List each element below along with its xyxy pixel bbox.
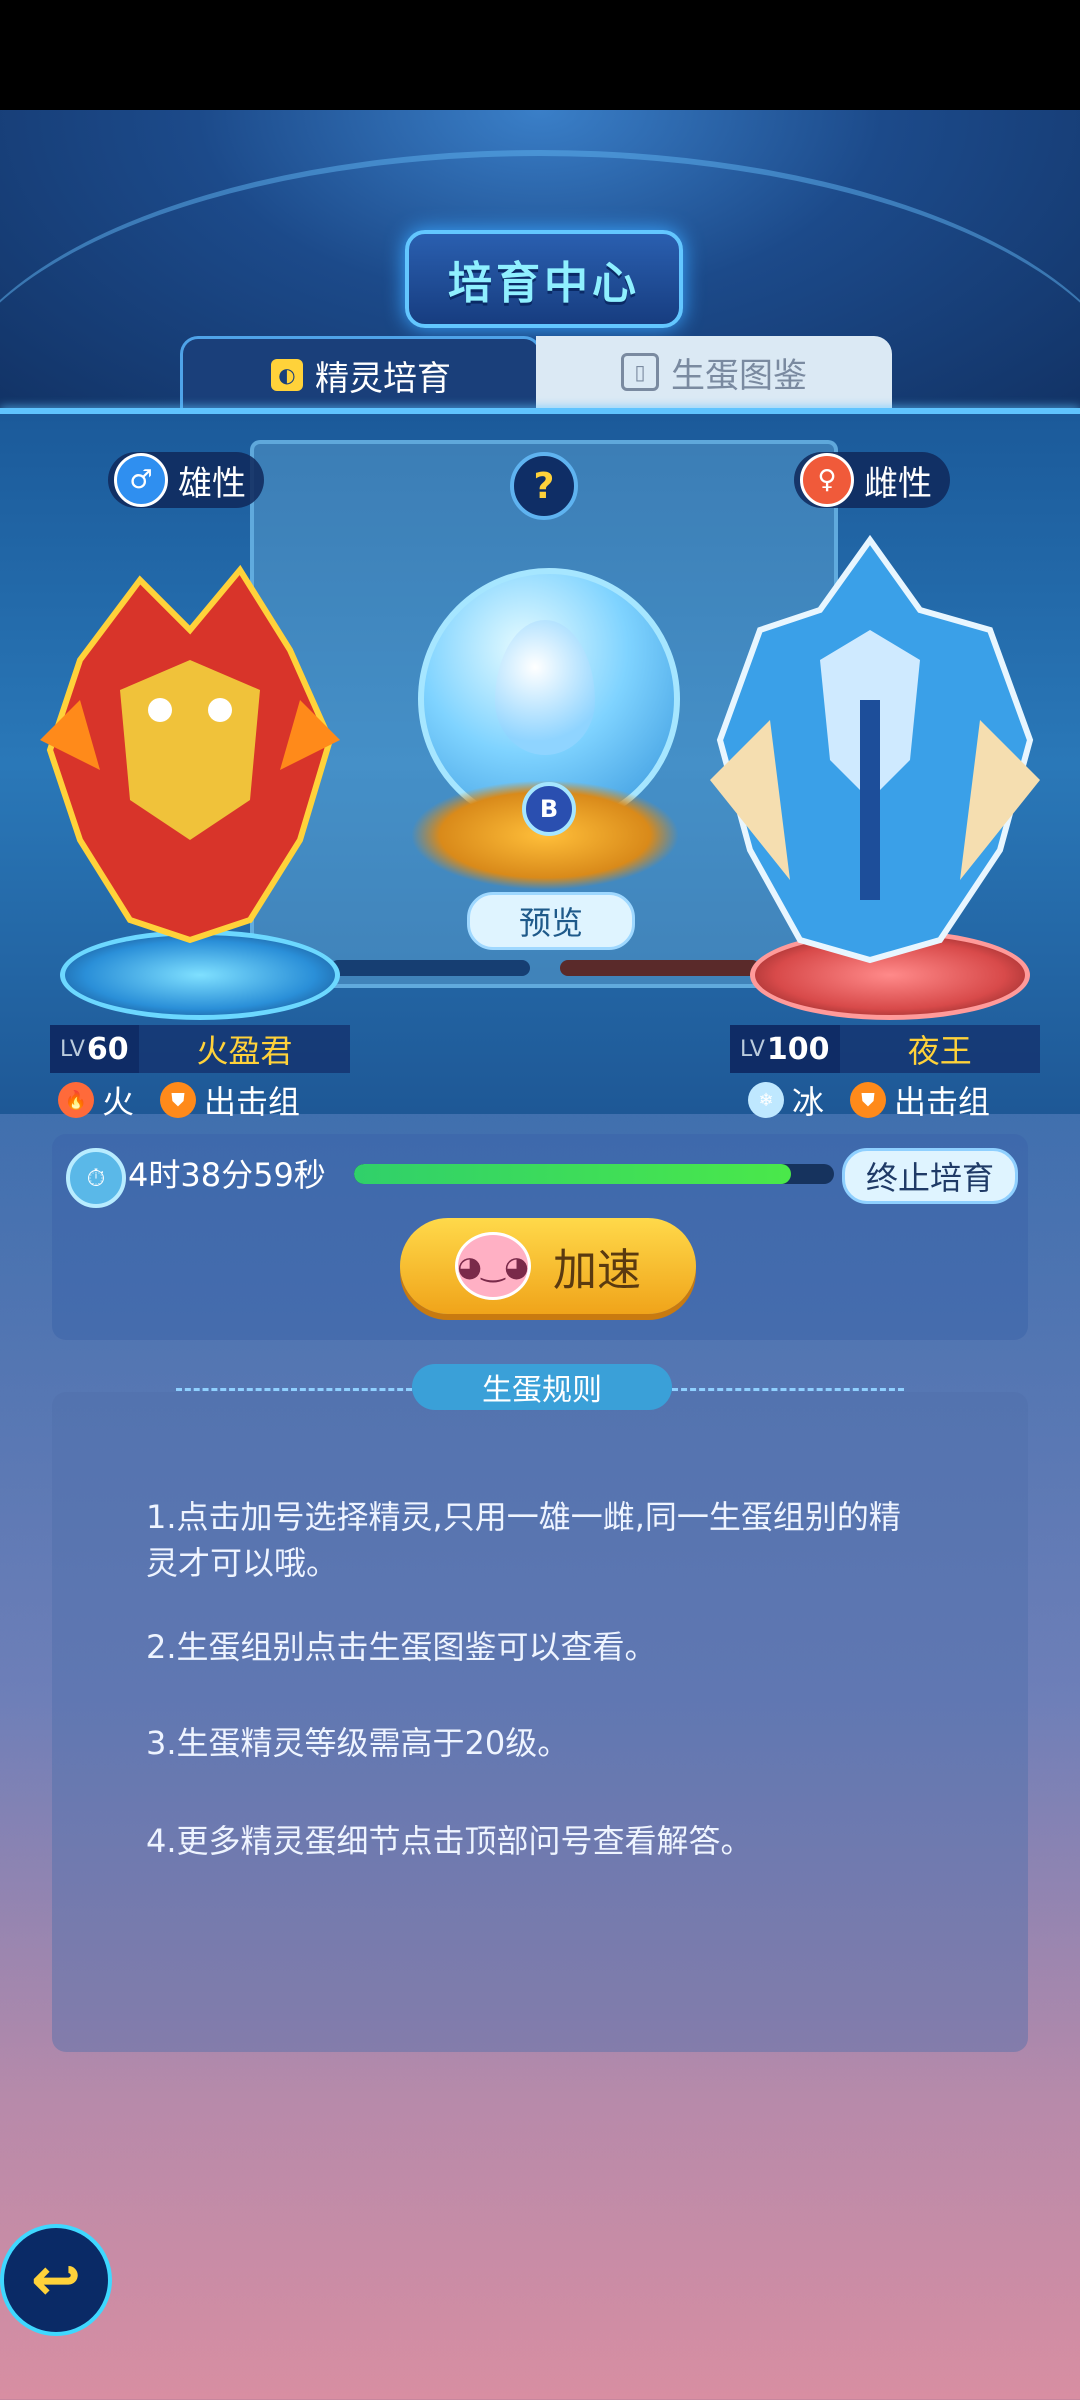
female-icon: ♀ [800, 453, 854, 507]
stop-breeding-button[interactable]: 终止培育 [842, 1148, 1018, 1204]
title-plate: 培育中心 [405, 230, 683, 328]
preview-button[interactable]: 预览 [467, 892, 635, 950]
female-creature-image[interactable] [690, 520, 1060, 970]
page-title: 培育中心 [448, 258, 640, 309]
time-remaining: 4时38分59秒 [128, 1156, 326, 1194]
male-attributes: 🔥 火 ⛊ 出击组 [58, 1076, 300, 1124]
element-label: 冰 [792, 1083, 825, 1121]
back-arrow-icon: ↩ [30, 2245, 82, 2315]
speed-up-button[interactable]: ◕‿◕ 加速 [400, 1218, 696, 1314]
group-label: 出击组 [204, 1083, 301, 1121]
tab-label: 生蛋图鉴 [671, 355, 807, 396]
level-prefix: LV [740, 1036, 765, 1062]
divider-left [176, 1388, 412, 1393]
speed-label: 加速 [553, 1245, 641, 1296]
snowflake-icon: ❄ [748, 1082, 784, 1118]
group-attr: ⛊ 出击组 [160, 1077, 300, 1123]
creature-name: 火盈君 [196, 1032, 293, 1070]
rule-item: 3.生蛋精灵等级需高于20级。 [146, 1724, 570, 1762]
back-button[interactable]: ↩ [0, 2224, 112, 2336]
male-info-row: LV 60 火盈君 [50, 1025, 350, 1073]
fire-icon: 🔥 [58, 1082, 94, 1118]
group-attr: ⛊ 出击组 [850, 1077, 990, 1123]
element-attr: 🔥 火 [58, 1077, 134, 1123]
rule-item: 2.生蛋组别点击生蛋图鉴可以查看。 [146, 1628, 657, 1666]
level-value: 60 [86, 1031, 129, 1067]
female-info-row: LV 100 夜王 [730, 1025, 1040, 1073]
egg-grade-badge: B [522, 782, 576, 836]
status-bar [0, 0, 1080, 110]
creature-name: 夜王 [907, 1032, 972, 1070]
female-gender-badge: ♀ 雌性 [794, 452, 950, 508]
element-label: 火 [102, 1083, 135, 1121]
divider-right [672, 1388, 904, 1393]
group-label: 出击组 [894, 1083, 991, 1121]
hexagon-icon: ◐ [271, 359, 303, 391]
shield-icon: ⛊ [850, 1082, 887, 1118]
male-creature-image[interactable] [20, 540, 360, 960]
level-tag: LV 60 [50, 1025, 139, 1073]
female-attributes: ❄ 冰 ⛊ 出击组 [748, 1076, 990, 1124]
tab-label: 精灵培育 [315, 358, 451, 399]
stopwatch-icon: ⏱ [66, 1148, 126, 1208]
rule-item: 1.点击加号选择精灵,只用一雄一雌,同一生蛋组别的精灵才可以哦。 [146, 1498, 901, 1582]
connector-pipe-left [330, 960, 530, 976]
rules-title: 生蛋规则 [412, 1364, 672, 1410]
level-prefix: LV [60, 1036, 85, 1062]
progress-bar [354, 1164, 834, 1184]
level-value: 100 [766, 1031, 830, 1067]
tab-breeding[interactable]: ◐ 精灵培育 [180, 336, 542, 411]
mascot-icon: ◕‿◕ [455, 1232, 531, 1300]
male-gender-badge: ♂ 雄性 [108, 452, 264, 508]
help-button[interactable]: ? [510, 452, 578, 520]
gender-label: 雄性 [178, 463, 246, 504]
gender-label: 雌性 [864, 463, 932, 504]
male-icon: ♂ [114, 453, 168, 507]
book-icon: ▯ [621, 353, 659, 391]
element-attr: ❄ 冰 [748, 1077, 824, 1123]
progress-fill [354, 1164, 791, 1184]
tab-egg-catalog[interactable]: ▯ 生蛋图鉴 [536, 336, 892, 408]
level-tag: LV 100 [730, 1025, 840, 1073]
shield-icon: ⛊ [160, 1082, 197, 1118]
rule-item: 4.更多精灵蛋细节点击顶部问号查看解答。 [146, 1822, 753, 1860]
